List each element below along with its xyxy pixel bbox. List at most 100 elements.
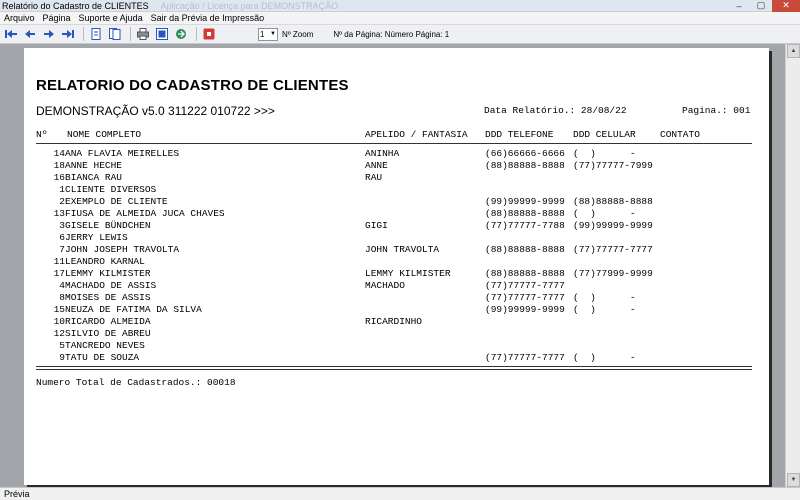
window-subtitle-faded: Aplicação / Licença para DEMONSTRAÇÃO [160, 0, 339, 11]
preview-area[interactable]: RELATORIO DO CADASTRO DE CLIENTES DEMONS… [0, 44, 800, 487]
cell-id: 1 [59, 184, 65, 195]
two-pages-icon[interactable] [107, 26, 123, 42]
header-nome: NOME COMPLETO [67, 129, 142, 140]
scroll-down-icon[interactable]: ▼ [787, 473, 800, 487]
cell-nome: ANNE HECHE [65, 160, 123, 171]
cell-id: 10 [53, 316, 65, 327]
table-row: 13 FIUSA DE ALMEIDA JUCA CHAVES (88)88888-… [24, 208, 769, 220]
stop-icon[interactable] [201, 26, 217, 42]
cell-nome: BIANCA RAU [65, 172, 123, 183]
table-row: 1 CLIENTE DIVERSOS [24, 184, 769, 196]
menu-bar: Arquivo Página Suporte e Ajuda Sair da P… [0, 12, 800, 24]
cell-id: 5 [59, 340, 65, 351]
cell-id: 18 [53, 160, 65, 171]
table-row: 11 LEANDRO KARNAL [24, 256, 769, 268]
total-count: Numero Total de Cadastrados.: 00018 [36, 377, 236, 388]
table-row: 9 TATU DE SOUZA (77)77777-7777 ( ) - [24, 352, 769, 364]
cell-telefone: (88)88888-8888 [485, 268, 565, 279]
header-apelido: APELIDO / FANTASIA [365, 129, 468, 140]
last-page-icon[interactable] [60, 26, 76, 42]
toolbar-separator [196, 27, 197, 41]
header-rule [36, 143, 752, 144]
table-row: 14 ANA FLAVIA MEIRELLES ANINHA (66)66666-66… [24, 148, 769, 160]
cell-apelido: GIGI [365, 220, 388, 231]
prev-page-icon[interactable] [22, 26, 38, 42]
cell-telefone: (66)66666-6666 [485, 148, 565, 159]
cell-id: 2 [59, 196, 65, 207]
cell-id: 8 [59, 292, 65, 303]
zoom-select[interactable]: 1 ▼ [258, 27, 278, 41]
footer-rule-top [36, 366, 752, 367]
close-button[interactable]: ✕ [772, 0, 800, 12]
cell-id: 6 [59, 232, 65, 243]
header-celular: DDD CELULAR [573, 129, 636, 140]
cell-celular: ( ) - [573, 292, 636, 303]
table-row: 7 JOHN JOSEPH TRAVOLTA JOHN TRAVOLTA (88)88… [24, 244, 769, 256]
maximize-button[interactable]: ▢ [750, 0, 772, 12]
menu-arquivo[interactable]: Arquivo [0, 13, 39, 23]
table-row: 5 TANCREDO NEVES [24, 340, 769, 352]
cell-nome: TANCREDO NEVES [65, 340, 145, 351]
cell-nome: NEUZA DE FATIMA DA SILVA [65, 304, 202, 315]
cell-nome: RICARDO ALMEIDA [65, 316, 151, 327]
export-icon[interactable] [173, 26, 189, 42]
single-page-icon[interactable] [88, 26, 104, 42]
cell-nome: JOHN JOSEPH TRAVOLTA [65, 244, 180, 255]
cell-apelido: ANINHA [365, 148, 400, 159]
cell-celular: ( ) - [573, 352, 636, 363]
toolbar-separator [130, 27, 131, 41]
cell-id: 9 [59, 352, 65, 363]
cell-apelido: MACHADO [365, 280, 405, 291]
printer-icon[interactable] [135, 26, 151, 42]
window-title: Relatório do Cadastro de CLIENTES [2, 0, 149, 11]
table-row: 6 JERRY LEWIS [24, 232, 769, 244]
cell-apelido: JOHN TRAVOLTA [365, 244, 440, 255]
cell-apelido: ANNE [365, 160, 388, 171]
setup-icon[interactable] [154, 26, 170, 42]
header-contato: CONTATO [660, 129, 700, 140]
window-controls: – ▢ ✕ [728, 0, 800, 12]
cell-celular: (77)77999-9999 [573, 268, 653, 279]
report-date: Data Relatório.: 28/08/22 [484, 105, 627, 116]
footer-rule-bottom [36, 369, 752, 370]
vertical-scrollbar[interactable]: ▲ ▼ [785, 44, 800, 487]
minimize-button[interactable]: – [728, 0, 750, 12]
cell-nome: FIUSA DE ALMEIDA JUCA CHAVES [65, 208, 225, 219]
table-row: 3 GISELE BÜNDCHEN GIGI (77)77777-7788 (99)99… [24, 220, 769, 232]
cell-nome: JERRY LEWIS [65, 232, 128, 243]
cell-id: 13 [53, 208, 65, 219]
scroll-up-icon[interactable]: ▲ [787, 44, 800, 58]
toolbar: 1 ▼ Nº Zoom Nº da Página: Número Página:… [0, 24, 800, 44]
cell-id: 15 [53, 304, 65, 315]
menu-sair-previa[interactable]: Sair da Prévia de Impressão [147, 13, 269, 23]
cell-celular: (99)99999-9999 [573, 220, 653, 231]
first-page-icon[interactable] [3, 26, 19, 42]
cell-nome: CLIENTE DIVERSOS [65, 184, 157, 195]
cell-telefone: (99)99999-9999 [485, 304, 565, 315]
cell-id: 3 [59, 220, 65, 231]
table-row: 15 NEUZA DE FATIMA DA SILVA (99)99999-9999… [24, 304, 769, 316]
menu-suporte[interactable]: Suporte e Ajuda [75, 13, 147, 23]
header-id: Nº [36, 129, 48, 140]
table-row: 2 EXEMPLO DE CLIENTE (99)99999-9999 (88)888… [24, 196, 769, 208]
cell-nome: MACHADO DE ASSIS [65, 280, 157, 291]
cell-celular: (77)77777-7999 [573, 160, 653, 171]
table-header: Nº NOME COMPLETO APELIDO / FANTASIA DDD … [24, 129, 769, 141]
cell-telefone: (88)88888-8888 [485, 244, 565, 255]
table-row: 8 MOISES DE ASSIS (77)77777-7777 ( ) - [24, 292, 769, 304]
cell-telefone: (77)77777-7777 [485, 352, 565, 363]
cell-id: 16 [53, 172, 65, 183]
table-row: 18 ANNE HECHE ANNE (88)88888-8888 (77)77777-… [24, 160, 769, 172]
next-page-icon[interactable] [41, 26, 57, 42]
status-bar: Prévia [0, 487, 800, 500]
cell-id: 12 [53, 328, 65, 339]
cell-id: 7 [59, 244, 65, 255]
menu-pagina[interactable]: Página [39, 13, 75, 23]
cell-nome: GISELE BÜNDCHEN [65, 220, 151, 231]
cell-nome: TATU DE SOUZA [65, 352, 140, 363]
cell-celular: ( ) - [573, 208, 636, 219]
table-row: 16 BIANCA RAU RAU [24, 172, 769, 184]
page-number-label: Nº da Página: Número Página: 1 [333, 29, 450, 39]
toolbar-separator [83, 27, 84, 41]
report-page: RELATORIO DO CADASTRO DE CLIENTES DEMONS… [24, 48, 769, 485]
